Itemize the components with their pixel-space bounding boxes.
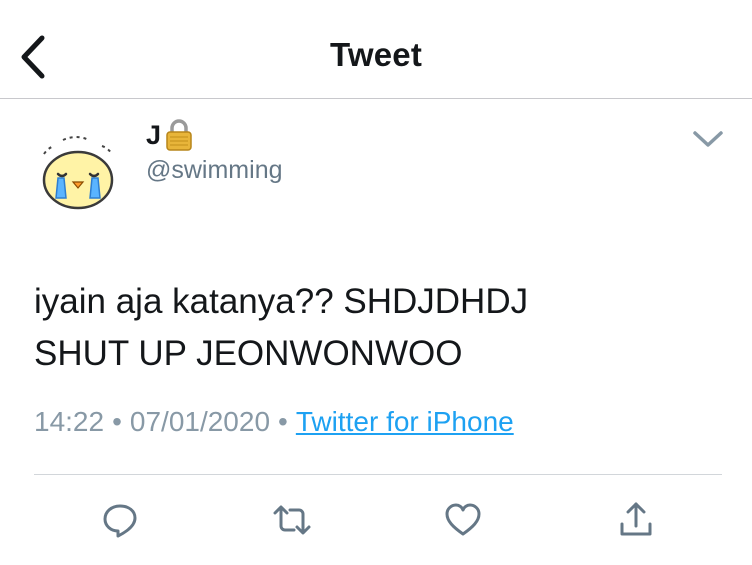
tweet-text-line: iyain aja katanya?? SHDJDHDJ xyxy=(34,282,529,321)
tweet-date: 07/01/2020 xyxy=(129,406,271,437)
author-name-row[interactable]: J xyxy=(146,118,194,152)
tweet-time: 14:22 xyxy=(34,406,105,437)
nav-header: Tweet xyxy=(0,0,752,99)
crying-chick-avatar-icon xyxy=(42,136,114,210)
tweet-source-link[interactable]: Twitter for iPhone xyxy=(296,406,514,437)
lock-icon xyxy=(166,119,192,151)
reply-button[interactable] xyxy=(100,500,140,540)
chevron-down-icon xyxy=(693,131,723,147)
tweet-text: iyain aja katanya?? SHDJDHDJ SHUT UP JEO… xyxy=(34,276,724,380)
display-name: J xyxy=(146,119,162,150)
share-icon xyxy=(620,502,652,536)
retweet-button[interactable] xyxy=(272,500,312,540)
meta-separator: • xyxy=(112,406,122,437)
meta-separator: • xyxy=(278,406,288,437)
tweet-menu-button[interactable] xyxy=(690,126,726,152)
divider xyxy=(34,474,722,475)
heart-icon xyxy=(445,503,481,536)
tweet-text-line: SHUT UP JEONWONWOO xyxy=(34,334,463,373)
retweet-icon xyxy=(273,505,311,535)
reply-icon xyxy=(103,504,137,538)
share-button[interactable] xyxy=(616,500,656,540)
username[interactable]: @swimming xyxy=(146,156,283,185)
avatar[interactable] xyxy=(36,126,122,212)
like-button[interactable] xyxy=(443,500,483,540)
tweet-meta: 14:22 • 07/01/2020 • Twitter for iPhone xyxy=(34,406,514,438)
tweet-detail-screen: Tweet J @swimming iyain aja katanya?? SH… xyxy=(0,0,752,565)
page-title: Tweet xyxy=(329,36,423,73)
